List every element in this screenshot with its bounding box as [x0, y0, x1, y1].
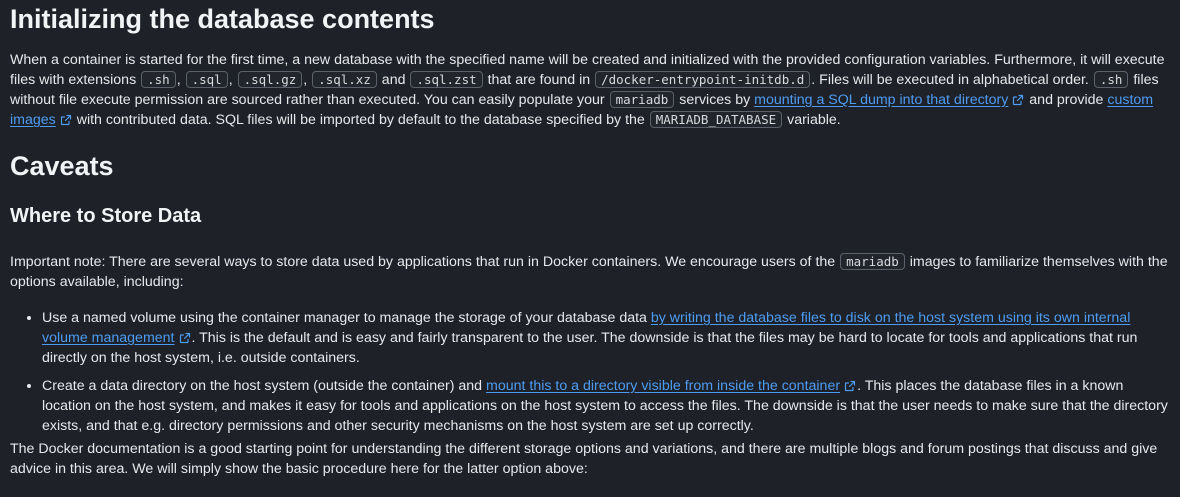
text: and provide	[1025, 92, 1108, 108]
text: and	[377, 72, 410, 88]
code-mariadb: mariadb	[609, 91, 675, 108]
code-mariadb: mariadb	[840, 253, 905, 270]
external-link-icon	[844, 380, 856, 392]
storage-options-list: Use a named volume using the container m…	[10, 308, 1172, 436]
doc-content: Initializing the database contents When …	[0, 0, 1180, 479]
text: with contributed data. SQL files will be…	[72, 112, 649, 128]
code-initdb-path: /docker-entrypoint-initdb.d	[595, 71, 811, 88]
mount-directory-link[interactable]: mount this to a directory visible from i…	[486, 378, 840, 394]
page-heading: Initializing the database contents	[10, 4, 435, 34]
list-item: Use a named volume using the container m…	[42, 308, 1172, 368]
code-ext-sqlgz: .sql.gz	[237, 71, 303, 88]
external-link-icon	[1013, 94, 1024, 106]
text: services by	[675, 92, 755, 108]
external-link-icon	[179, 332, 190, 344]
text: ,	[176, 72, 185, 88]
code-ext-sqlxz: .sql.xz	[312, 71, 377, 88]
mounting-sql-dump-link[interactable]: mounting a SQL dump into that directory	[754, 92, 1008, 108]
text: Use a named volume using the container m…	[42, 310, 651, 326]
code-ext-sh: .sh	[141, 71, 176, 88]
where-to-store-data-heading: Where to Store Data	[10, 205, 202, 227]
text: ,	[303, 72, 312, 88]
text: . This is the default and is easy and fa…	[42, 330, 1138, 366]
text: Create a data directory on the host syst…	[42, 378, 486, 394]
text: variable.	[783, 112, 841, 128]
text: . Files will be executed in alphabetical…	[811, 72, 1093, 88]
text: ,	[228, 72, 237, 88]
code-ext-sqlzst: .sql.zst	[410, 71, 483, 88]
init-paragraph: When a container is started for the firs…	[10, 50, 1172, 130]
caveats-heading: Caveats	[10, 151, 114, 181]
code-mariadb-database: MARIADB_DATABASE	[649, 111, 783, 128]
text: Important note: There are several ways t…	[10, 254, 840, 270]
closing-paragraph: The Docker documentation is a good start…	[10, 441, 1158, 477]
list-item: Create a data directory on the host syst…	[42, 376, 1172, 436]
code-ext-sql: .sql	[185, 71, 228, 88]
important-note-paragraph: Important note: There are several ways t…	[10, 252, 1172, 292]
text: that are found in	[483, 72, 595, 88]
code-ext-sh: .sh	[1093, 71, 1129, 88]
external-link-icon	[60, 114, 71, 126]
